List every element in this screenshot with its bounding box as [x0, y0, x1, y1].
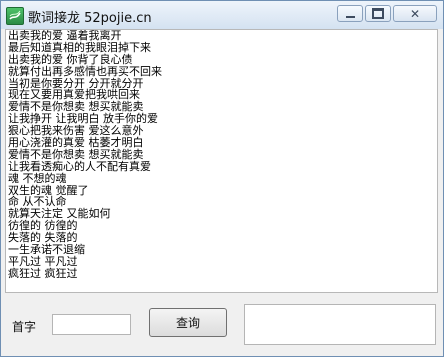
app-icon [6, 7, 24, 25]
query-button[interactable]: 查询 [149, 308, 227, 337]
minimize-icon [345, 15, 355, 18]
lyric-line: 疯狂过 疯狂过 [8, 266, 78, 280]
lyric-line: 爱情不是你想卖 想买就能卖 [8, 147, 144, 161]
lyrics-textbox[interactable]: 出卖我的爱 逼着我离开 最后知道真相的我眼泪掉下来 出卖我的爱 你背了良心债 就… [5, 29, 438, 293]
minimize-button[interactable] [337, 5, 363, 22]
lyric-line: 魂 不想的魂 [8, 171, 67, 185]
lyric-line: 就算付出再多感情也再买不回来 [8, 64, 162, 78]
lyric-line: 让我看透痴心的人不配有真爱 [8, 159, 151, 173]
window-title: 歌词接龙 52pojie.cn [28, 11, 152, 26]
result-textbox[interactable] [244, 304, 436, 345]
lyrics-list: 出卖我的爱 逼着我离开 最后知道真相的我眼泪掉下来 出卖我的爱 你背了良心债 就… [6, 30, 437, 280]
lyric-line: 最后知道真相的我眼泪掉下来 [8, 40, 151, 54]
title-bar[interactable]: 歌词接龙 52pojie.cn ✕ [1, 1, 443, 29]
client-area: 出卖我的爱 逼着我离开 最后知道真相的我眼泪掉下来 出卖我的爱 你背了良心债 就… [1, 29, 443, 356]
first-char-input[interactable] [52, 314, 131, 335]
main-window: 歌词接龙 52pojie.cn ✕ 出卖我的爱 逼着我离开 最后知道真相的我眼泪… [0, 0, 444, 357]
close-button[interactable]: ✕ [393, 5, 437, 22]
lyric-line: 双生的魂 觉醒了 [8, 183, 89, 197]
maximize-button[interactable] [365, 5, 391, 22]
lyric-line: 出卖我的爱 你背了良心债 [8, 52, 133, 66]
first-char-label: 首字 [12, 320, 37, 334]
window-controls: ✕ [337, 5, 437, 25]
maximize-icon [372, 8, 384, 19]
close-icon: ✕ [409, 6, 421, 21]
